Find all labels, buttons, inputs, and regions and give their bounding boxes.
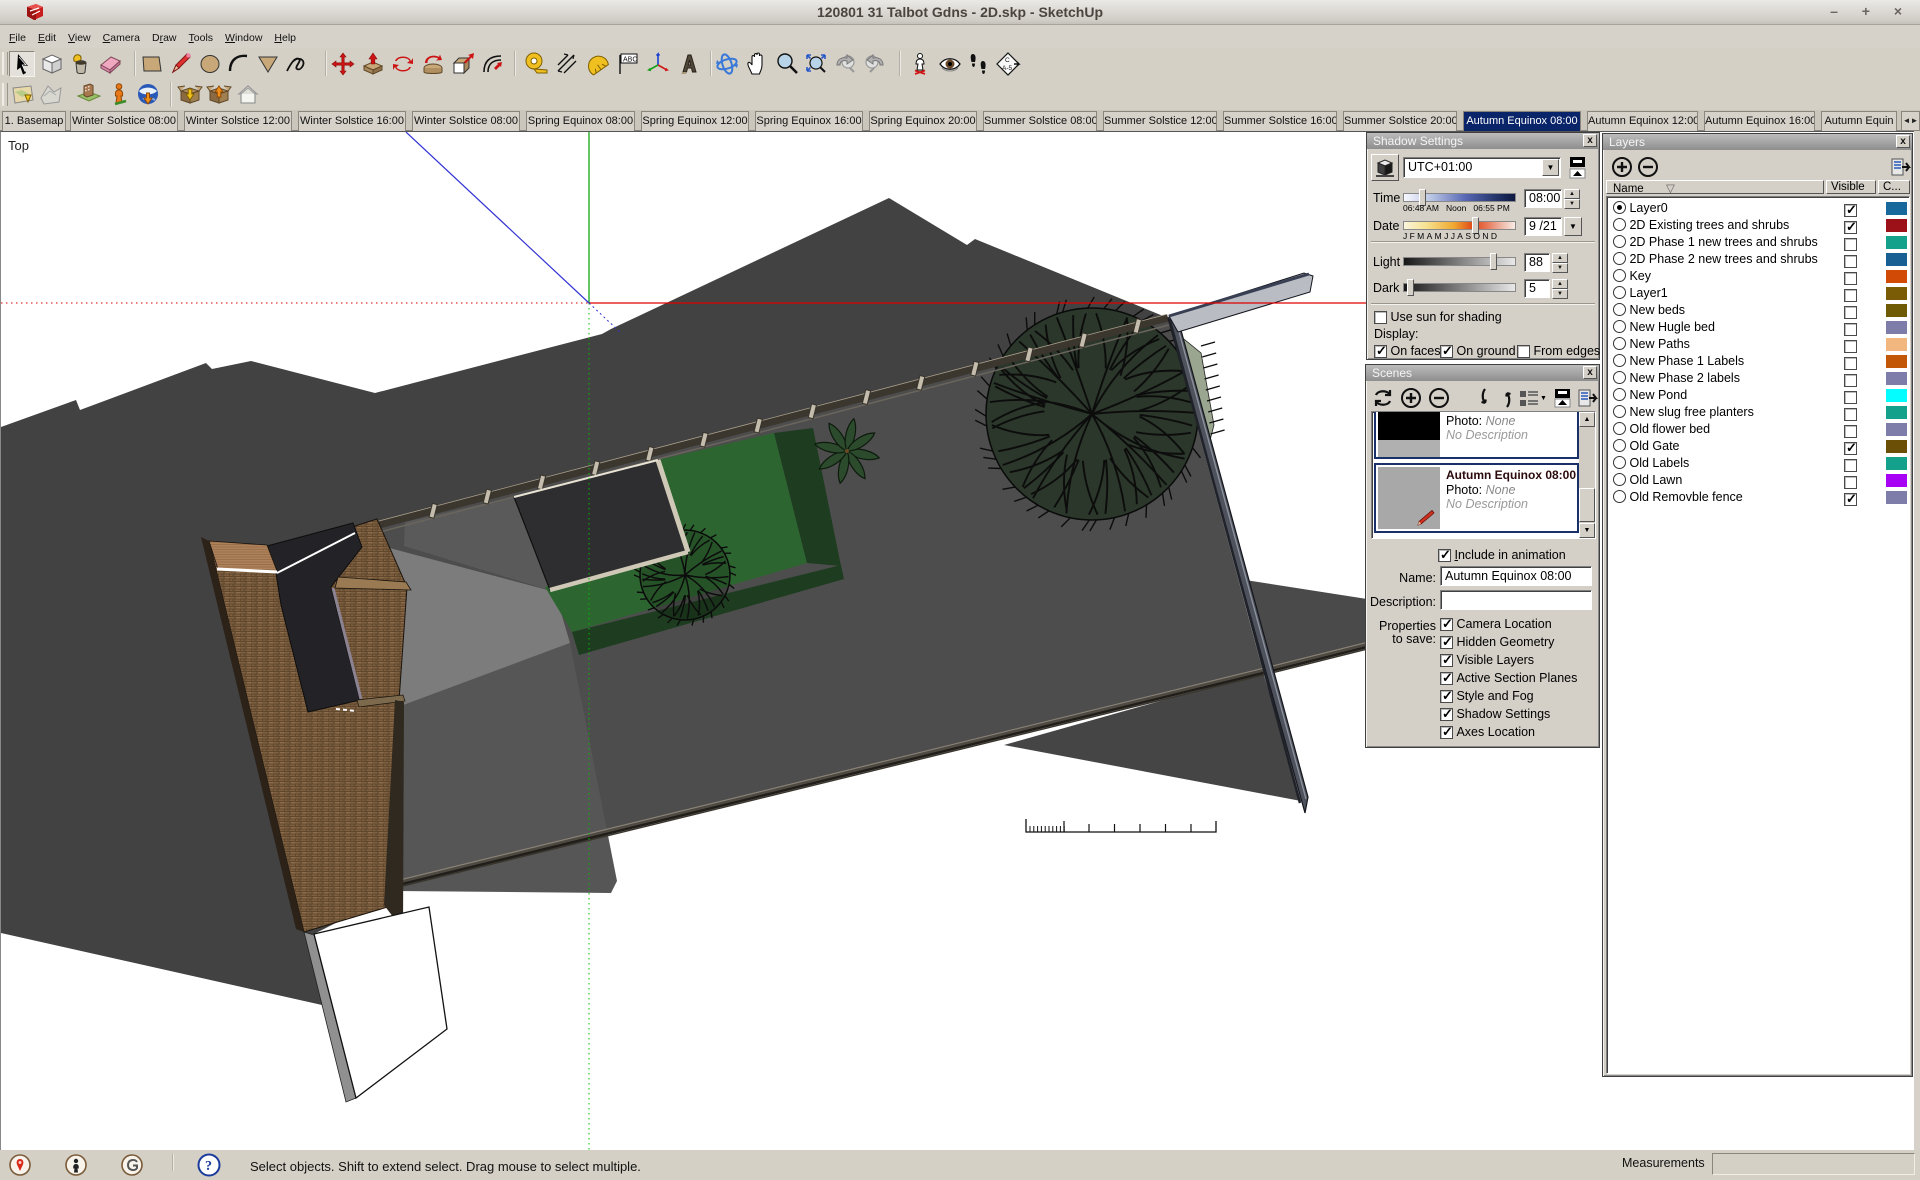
svg-text:C: C: [1005, 57, 1010, 64]
svg-text:A-5: A-5: [1002, 65, 1013, 72]
svg-text:ABC: ABC: [623, 57, 637, 64]
svg-text:?: ?: [205, 1159, 212, 1174]
